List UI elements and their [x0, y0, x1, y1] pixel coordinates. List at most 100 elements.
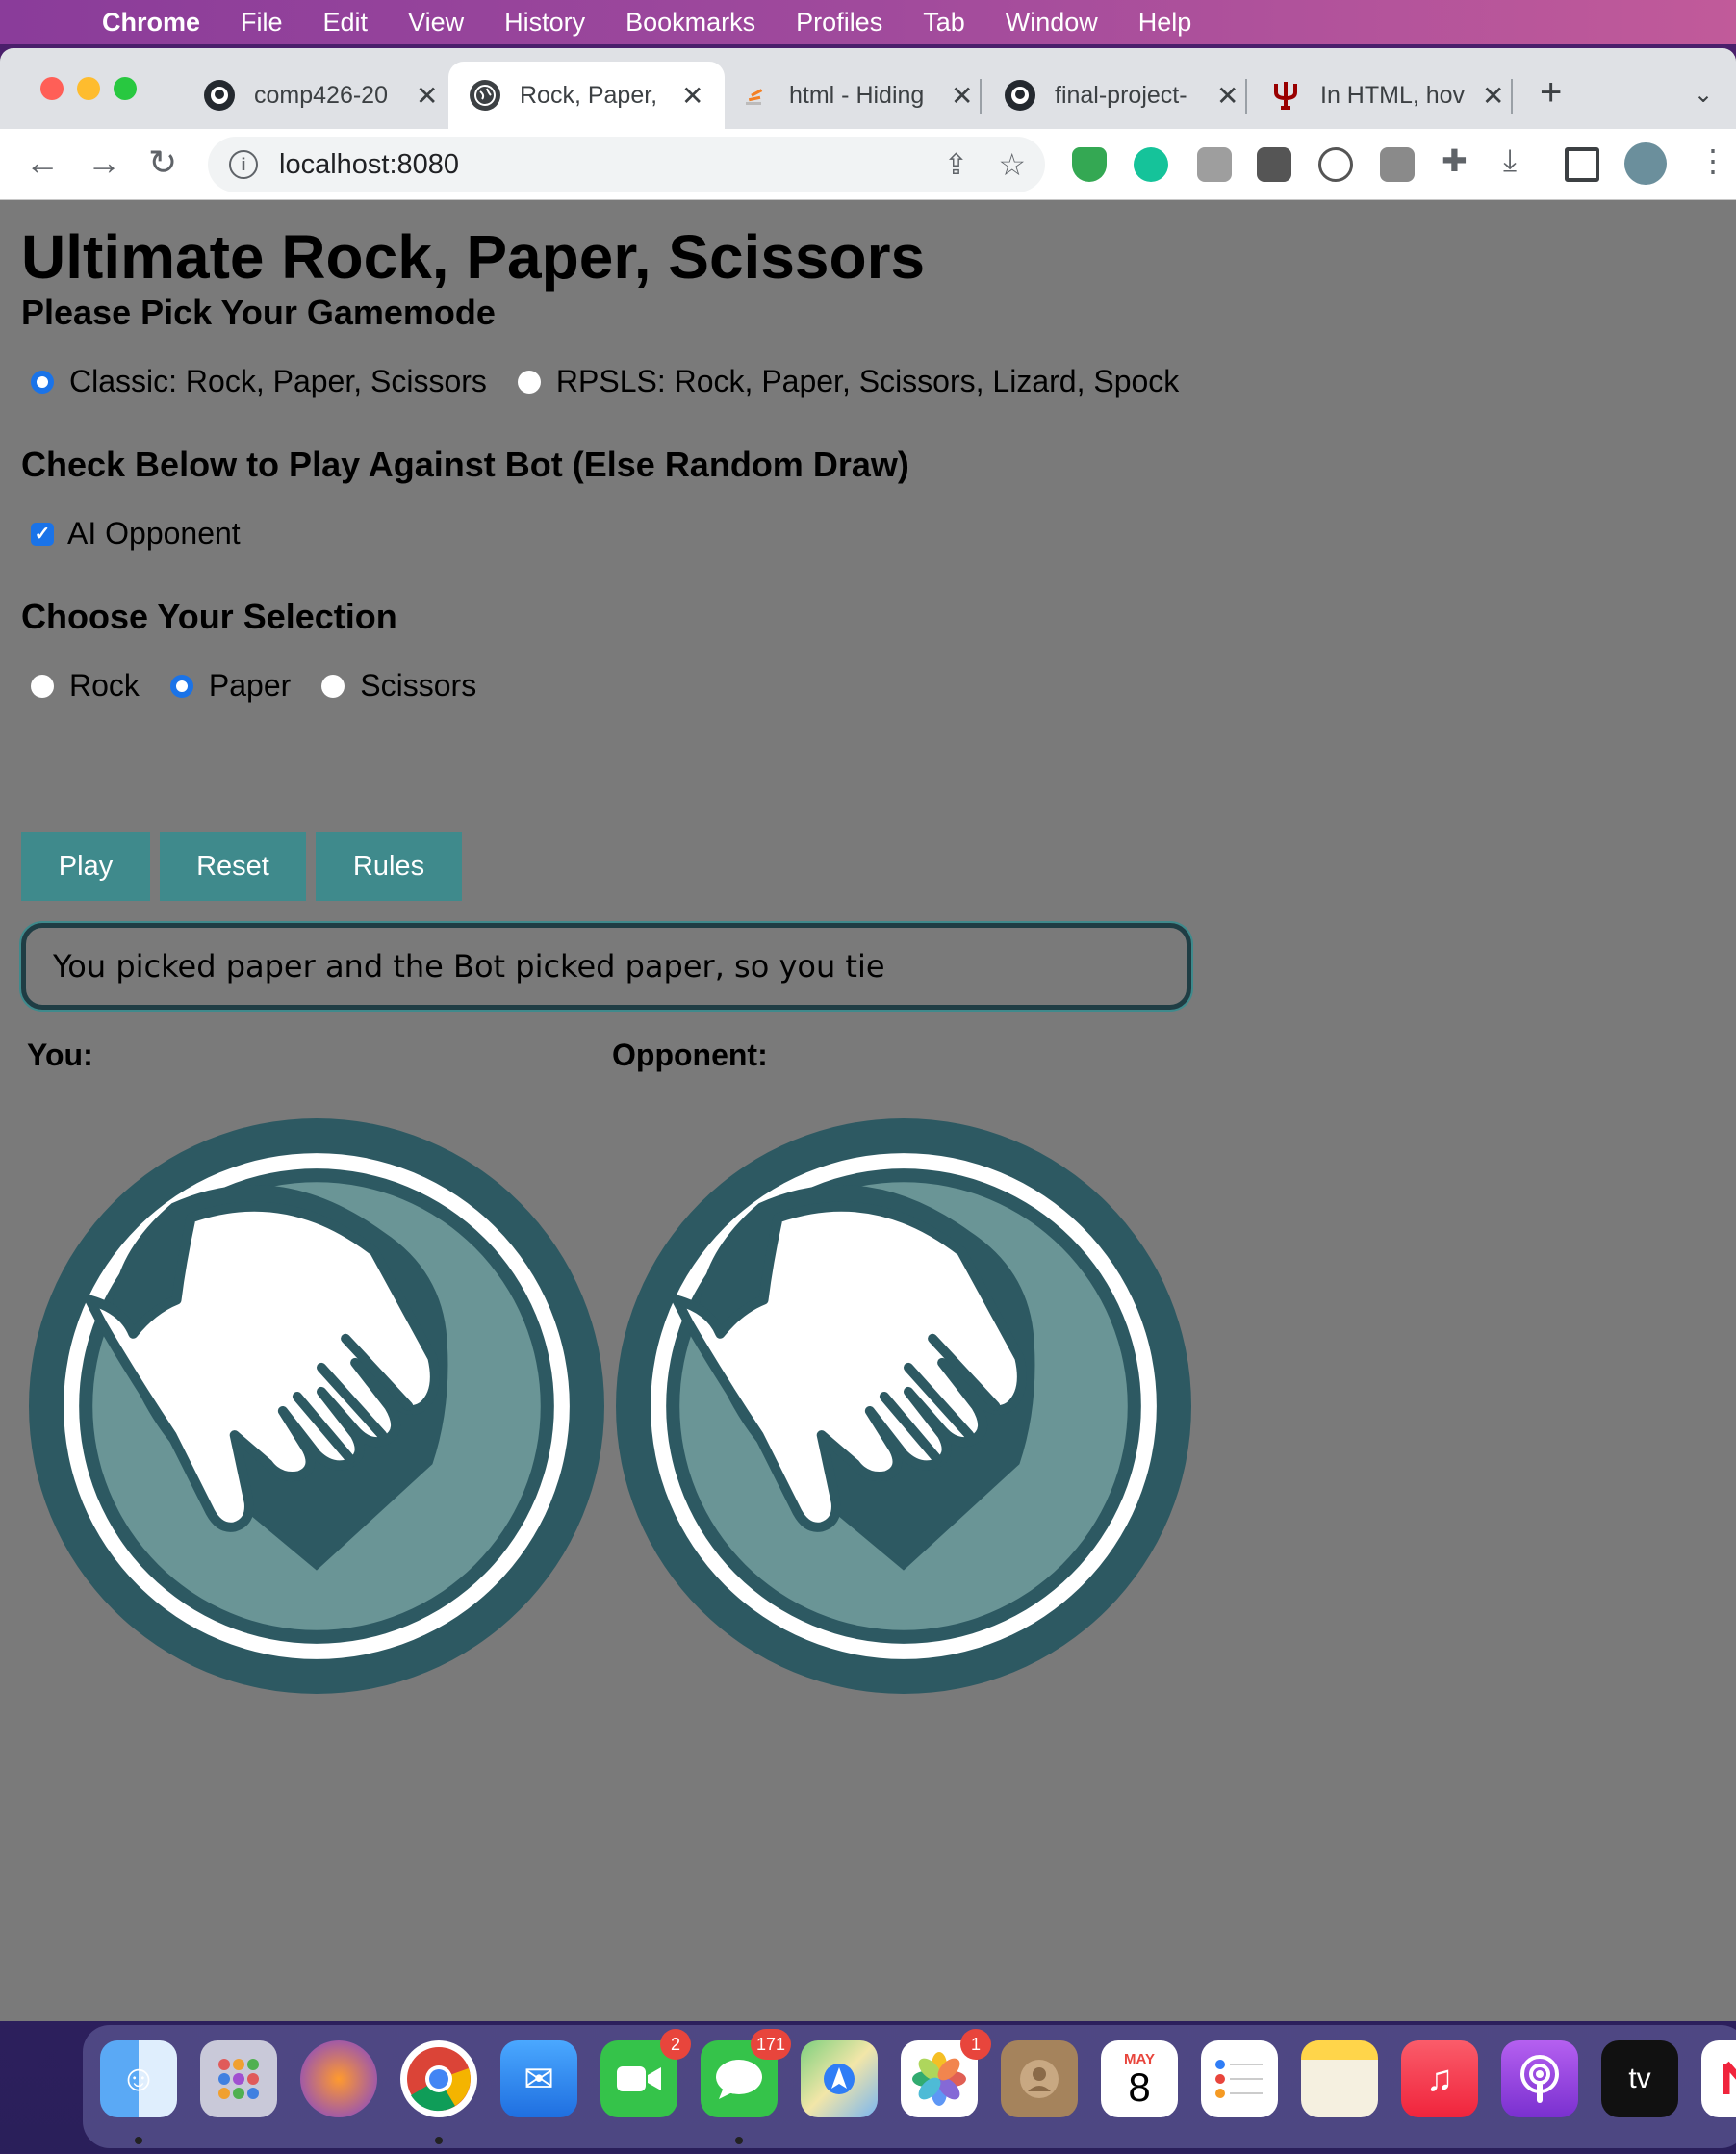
tab-rock-paper[interactable]: Rock, Paper, ✕	[448, 62, 726, 129]
address-bar[interactable]: i localhost:8080 ⇪ ☆	[208, 137, 1045, 192]
zoom-window-button[interactable]	[114, 77, 137, 100]
contacts-icon[interactable]	[1001, 2040, 1078, 2117]
firefox-icon[interactable]	[300, 2040, 377, 2117]
macos-menu-bar: Chrome File Edit View History Bookmarks …	[0, 0, 1736, 44]
play-button[interactable]: Play	[21, 832, 150, 901]
classic-radio[interactable]	[31, 370, 54, 394]
globe-icon	[470, 80, 500, 111]
menu-app-name[interactable]: Chrome	[102, 8, 200, 38]
side-panel-icon[interactable]	[1565, 147, 1599, 182]
tab-search-chevron-icon[interactable]: ⌄	[1694, 81, 1713, 109]
launchpad-icon[interactable]	[200, 2040, 277, 2117]
close-tab-icon[interactable]: ✕	[1482, 80, 1504, 112]
new-tab-button[interactable]: +	[1540, 71, 1562, 115]
menu-edit[interactable]: Edit	[323, 8, 369, 38]
site-info-icon[interactable]: i	[229, 150, 258, 179]
result-text: You picked paper and the Bot picked pape…	[53, 948, 885, 985]
share-icon[interactable]: ⇪	[944, 148, 968, 182]
extension-icon[interactable]	[1197, 147, 1232, 182]
macos-dock: ☺ ✉ 2 171 1 MAY 8 ♫ tv	[83, 2025, 1736, 2148]
scissors-label[interactable]: Scissors	[360, 668, 476, 704]
menu-profiles[interactable]: Profiles	[796, 8, 882, 38]
tab-title: final-project-	[1055, 81, 1187, 109]
forward-arrow-icon[interactable]: →	[87, 142, 121, 183]
finder-icon[interactable]: ☺	[100, 2040, 177, 2117]
selection-heading: Choose Your Selection	[21, 597, 397, 636]
tab-in-html[interactable]: In HTML, hov ✕	[1249, 62, 1525, 129]
more-menu-icon[interactable]: ⋮	[1698, 142, 1728, 179]
menu-history[interactable]: History	[504, 8, 585, 38]
close-tab-icon[interactable]: ✕	[416, 80, 438, 112]
reset-button[interactable]: Reset	[160, 832, 306, 901]
photos-icon[interactable]: 1	[901, 2029, 991, 2117]
facetime-icon[interactable]: 2	[600, 2029, 691, 2117]
podcasts-icon[interactable]	[1501, 2040, 1578, 2117]
apple-tv-icon[interactable]: tv	[1601, 2040, 1678, 2117]
tab-final-project[interactable]: final-project- ✕	[983, 62, 1260, 129]
close-tab-icon[interactable]: ✕	[1216, 80, 1238, 112]
mail-icon[interactable]: ✉	[500, 2040, 577, 2117]
news-icon[interactable]	[1701, 2040, 1736, 2117]
calendar-icon[interactable]: MAY 8	[1101, 2040, 1178, 2117]
back-arrow-icon[interactable]: ←	[25, 142, 60, 183]
toggle-extension-icon[interactable]	[1318, 147, 1353, 182]
browser-window: comp426-20 ✕ Rock, Paper, ✕ html - Hidin…	[0, 48, 1736, 2021]
tab-title: In HTML, hov	[1320, 81, 1465, 109]
github-icon	[1005, 80, 1035, 111]
page-title: Ultimate Rock, Paper, Scissors	[21, 222, 926, 292]
running-indicator	[135, 2137, 142, 2144]
profile-avatar[interactable]	[1624, 142, 1667, 185]
rock-radio[interactable]	[31, 674, 54, 698]
menu-help[interactable]: Help	[1138, 8, 1192, 38]
gamemode-heading: Please Pick Your Gamemode	[21, 293, 496, 332]
ai-opponent-label[interactable]: AI Opponent	[67, 516, 241, 551]
reminders-icon[interactable]	[1201, 2040, 1278, 2117]
tab-title: comp426-20	[254, 81, 388, 109]
url-text: localhost:8080	[279, 148, 460, 180]
music-icon[interactable]: ♫	[1401, 2040, 1478, 2117]
tab-html-hiding[interactable]: html - Hiding ✕	[718, 62, 994, 129]
menu-view[interactable]: View	[408, 8, 464, 38]
close-window-button[interactable]	[40, 77, 64, 100]
messages-icon[interactable]: 171	[701, 2029, 791, 2117]
rock-label[interactable]: Rock	[69, 668, 140, 704]
download-icon[interactable]: ⤓	[1503, 142, 1517, 179]
chrome-icon[interactable]	[400, 2040, 477, 2117]
bookmark-star-icon[interactable]: ☆	[998, 146, 1026, 183]
github-icon	[204, 80, 235, 111]
classic-label[interactable]: Classic: Rock, Paper, Scissors	[69, 364, 487, 399]
close-tab-icon[interactable]: ✕	[681, 80, 703, 112]
tab-separator	[980, 79, 982, 114]
menu-file[interactable]: File	[241, 8, 283, 38]
tab-title: Rock, Paper,	[520, 81, 658, 109]
tab-separator	[1511, 79, 1513, 114]
tab-comp426[interactable]: comp426-20 ✕	[183, 62, 459, 129]
menu-window[interactable]: Window	[1006, 8, 1098, 38]
grammarly-extension-icon[interactable]	[1134, 147, 1168, 182]
menu-bookmarks[interactable]: Bookmarks	[625, 8, 755, 38]
paper-radio[interactable]	[169, 674, 193, 698]
profile-extension-icon[interactable]	[1380, 147, 1415, 182]
rules-button[interactable]: Rules	[316, 832, 462, 901]
notes-icon[interactable]	[1301, 2040, 1378, 2117]
reload-icon[interactable]: ↻	[148, 142, 177, 183]
minimize-window-button[interactable]	[77, 77, 100, 100]
close-tab-icon[interactable]: ✕	[951, 80, 973, 112]
puzzle-extensions-icon[interactable]: ✚	[1442, 142, 1468, 179]
rpsls-radio[interactable]	[517, 370, 541, 394]
photos-badge: 1	[960, 2029, 991, 2060]
browser-toolbar: ← → ↻ i localhost:8080 ⇪ ☆ ✚ ⤓ ⋮	[0, 129, 1736, 200]
running-indicator	[435, 2137, 443, 2144]
function-extension-icon[interactable]	[1257, 147, 1291, 182]
rpsls-label[interactable]: RPSLS: Rock, Paper, Scissors, Lizard, Sp…	[556, 364, 1179, 399]
ai-opponent-checkbox[interactable]: ✓	[31, 522, 54, 546]
shield-extension-icon[interactable]	[1072, 147, 1107, 182]
trident-icon	[1270, 80, 1301, 111]
maps-icon[interactable]	[801, 2040, 878, 2117]
running-indicator	[735, 2137, 743, 2144]
gamemode-radio-group: Classic: Rock, Paper, Scissors RPSLS: Ro…	[21, 364, 1200, 399]
menu-tab[interactable]: Tab	[923, 8, 965, 38]
scissors-radio[interactable]	[321, 674, 345, 698]
selection-radio-group: Rock Paper Scissors	[21, 668, 498, 704]
paper-label[interactable]: Paper	[209, 668, 291, 704]
